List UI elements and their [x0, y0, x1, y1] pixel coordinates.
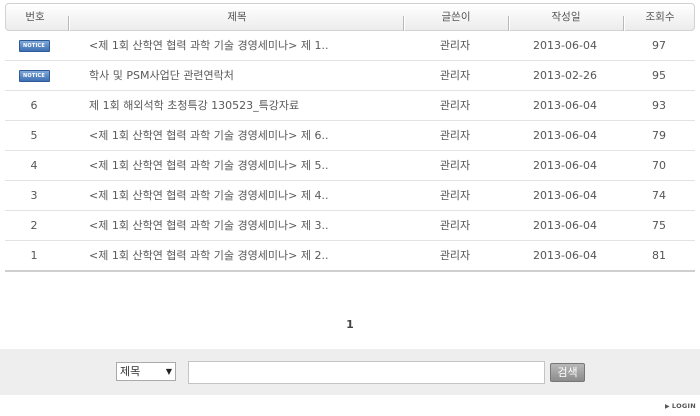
table-row: 5 <제 1회 산학연 협력 과학 기술 경영세미나> 제 6.. 관리자 2013-…: [5, 121, 695, 151]
post-views: 70: [652, 159, 666, 172]
post-title-link[interactable]: <제 1회 산학연 협력 과학 기술 경영세미나> 제 5..: [89, 151, 389, 180]
table-header: 번호 제목 글쓴이 작성일 조회수: [5, 3, 695, 31]
search-bar: 제목 ▼ 검색: [0, 349, 700, 395]
notice-badge: NOTICE: [18, 40, 50, 52]
post-author: 관리자: [439, 189, 471, 202]
post-author: 관리자: [439, 69, 471, 82]
table-row: NOTICE <제 1회 산학연 협력 과학 기술 경영세미나> 제 1.. 관리자…: [5, 31, 695, 61]
post-title-link[interactable]: <제 1회 산학연 협력 과학 기술 경영세미나> 제 3..: [89, 211, 389, 240]
header-author: 글쓴이: [441, 11, 471, 23]
post-views: 81: [652, 249, 666, 262]
post-author: 관리자: [439, 99, 471, 112]
chevron-down-icon: ▼: [165, 367, 172, 376]
table-row: 6 제 1회 해외석학 초청특강 130523_특강자료 관리자 2013-06-04…: [5, 91, 695, 121]
table-row: NOTICE 학사 및 PSM사업단 관련연락처 관리자 2013-02-26 95: [5, 61, 695, 91]
post-title-link[interactable]: 제 1회 해외석학 초청특강 130523_특강자료: [89, 91, 389, 120]
post-title-link[interactable]: <제 1회 산학연 협력 과학 기술 경영세미나> 제 2..: [89, 241, 389, 270]
post-title-link[interactable]: <제 1회 산학연 협력 과학 기술 경영세미나> 제 6..: [89, 121, 389, 150]
post-author: 관리자: [439, 39, 471, 52]
post-views: 74: [652, 189, 666, 202]
post-title-link[interactable]: <제 1회 산학연 협력 과학 기술 경영세미나> 제 1..: [89, 31, 389, 60]
header-views: 조회수: [645, 11, 675, 23]
post-views: 79: [652, 129, 666, 142]
table-row: 1 <제 1회 산학연 협력 과학 기술 경영세미나> 제 2.. 관리자 2013-…: [5, 241, 695, 272]
post-views: 75: [652, 219, 666, 232]
row-number: 6: [30, 99, 38, 112]
post-date: 2013-06-04: [533, 129, 597, 142]
post-author: 관리자: [439, 249, 471, 262]
header-divider: [68, 16, 70, 31]
notice-cell: NOTICE: [5, 61, 63, 90]
pagination: 1: [0, 318, 700, 331]
post-views: 95: [652, 69, 666, 82]
table-body: NOTICE <제 1회 산학연 협력 과학 기술 경영세미나> 제 1.. 관리자…: [5, 31, 695, 272]
search-field-select[interactable]: 제목 ▼: [116, 362, 176, 381]
post-date: 2013-06-04: [533, 159, 597, 172]
post-date: 2013-06-04: [533, 189, 597, 202]
search-field-selected: 제목: [120, 365, 141, 378]
table-row: 3 <제 1회 산학연 협력 과학 기술 경영세미나> 제 4.. 관리자 2013-…: [5, 181, 695, 211]
board-table: 번호 제목 글쓴이 작성일 조회수 NOTICE <제 1회 산학연 협력 과학 …: [5, 3, 695, 272]
header-title: 제목: [227, 11, 247, 23]
login-label: LOGIN: [671, 402, 696, 410]
post-date: 2013-06-04: [533, 99, 597, 112]
post-views: 97: [652, 39, 666, 52]
post-author: 관리자: [439, 129, 471, 142]
table-row: 2 <제 1회 산학연 협력 과학 기술 경영세미나> 제 3.. 관리자 2013-…: [5, 211, 695, 241]
post-date: 2013-06-04: [533, 219, 597, 232]
post-date: 2013-06-04: [533, 249, 597, 262]
row-number: 4: [30, 159, 38, 172]
row-number: 5: [30, 129, 38, 142]
notice-badge: NOTICE: [18, 70, 50, 82]
arrow-right-icon: ▶: [664, 403, 670, 410]
header-date: 작성일: [551, 11, 581, 23]
row-number: 3: [30, 189, 38, 202]
search-input[interactable]: [188, 361, 545, 384]
post-date: 2013-06-04: [533, 39, 597, 52]
post-title-link[interactable]: 학사 및 PSM사업단 관련연락처: [89, 61, 389, 90]
post-author: 관리자: [439, 219, 471, 232]
post-author: 관리자: [439, 159, 471, 172]
notice-cell: NOTICE: [5, 31, 63, 60]
page-link-current[interactable]: 1: [346, 318, 354, 331]
row-number: 2: [30, 219, 38, 232]
row-number: 1: [30, 249, 38, 262]
table-row: 4 <제 1회 산학연 협력 과학 기술 경영세미나> 제 5.. 관리자 2013-…: [5, 151, 695, 181]
search-button[interactable]: 검색: [550, 363, 585, 382]
post-date: 2013-02-26: [533, 69, 597, 82]
post-title-link[interactable]: <제 1회 산학연 협력 과학 기술 경영세미나> 제 4..: [89, 181, 389, 210]
post-views: 93: [652, 99, 666, 112]
login-link[interactable]: ▶ LOGIN: [665, 402, 696, 410]
header-num: 번호: [25, 11, 45, 23]
